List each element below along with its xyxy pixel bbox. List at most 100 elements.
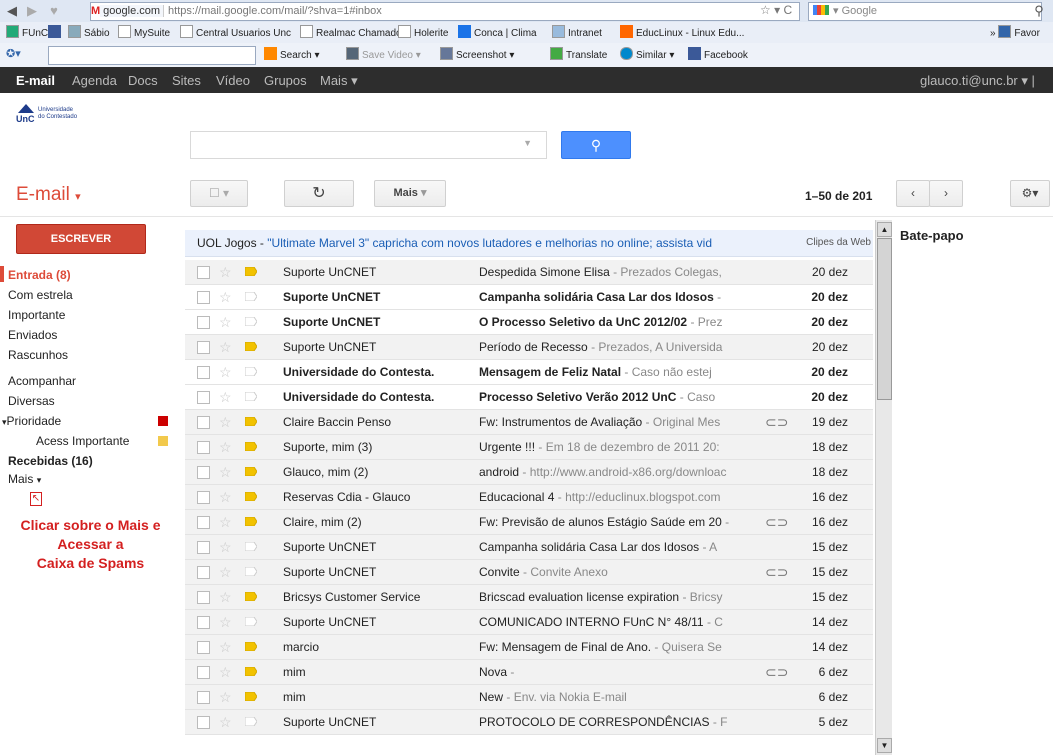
settings-button[interactable]: ⚙▾ bbox=[1010, 180, 1050, 207]
importance-marker-icon[interactable] bbox=[245, 642, 257, 651]
star-icon[interactable]: ☆ bbox=[219, 610, 232, 634]
email-row[interactable]: ☆ marcio Fw: Mensagem de Final de Ano. - Q… bbox=[185, 635, 873, 660]
gbar-account[interactable]: glauco.ti@unc.br ▾ | bbox=[920, 73, 1035, 89]
star-icon[interactable]: ☆ bbox=[219, 710, 232, 734]
gbar-docs[interactable]: Docs bbox=[128, 73, 158, 88]
address-field[interactable]: Mgoogle.com https://mail.google.com/mail/… bbox=[90, 2, 800, 21]
star-icon[interactable]: ☆ bbox=[219, 435, 232, 459]
bookmark-central[interactable]: Central Usuarios Unc bbox=[180, 25, 291, 41]
row-checkbox[interactable] bbox=[197, 366, 210, 379]
bookmark-func[interactable]: FUnC bbox=[6, 25, 48, 41]
star-icon[interactable]: ☆ bbox=[219, 660, 232, 684]
forward-icon[interactable]: ▶ bbox=[24, 3, 40, 19]
row-checkbox[interactable] bbox=[197, 316, 210, 329]
importance-marker-icon[interactable] bbox=[245, 492, 257, 501]
star-icon[interactable]: ☆ bbox=[219, 535, 232, 559]
importance-marker-icon[interactable] bbox=[245, 617, 257, 626]
importance-marker-icon[interactable] bbox=[245, 292, 257, 301]
sidebar-item-sent[interactable]: Enviados bbox=[8, 328, 57, 342]
star-icon[interactable]: ☆ bbox=[219, 635, 232, 659]
row-checkbox[interactable] bbox=[197, 391, 210, 404]
email-row[interactable]: ☆ Claire Baccin Penso Fw: Instrumentos de … bbox=[185, 410, 873, 435]
row-checkbox[interactable] bbox=[197, 416, 210, 429]
row-checkbox[interactable] bbox=[197, 341, 210, 354]
bookmark-sabio[interactable]: Sábio bbox=[68, 25, 110, 41]
toolbar-search-button[interactable]: Search ▾ bbox=[264, 47, 320, 64]
mail-search-input[interactable]: ▼ bbox=[190, 131, 547, 159]
star-icon[interactable]: ☆ bbox=[219, 410, 232, 434]
email-row[interactable]: ☆ Suporte UnCNET Campanha solidária Casa L… bbox=[185, 285, 873, 310]
row-checkbox[interactable] bbox=[197, 716, 210, 729]
star-icon[interactable]: ☆ bbox=[219, 310, 232, 334]
toolbar-translate[interactable]: Translate bbox=[550, 47, 607, 64]
browser-search-field[interactable]: ▾ Google bbox=[808, 2, 1042, 21]
email-row[interactable]: ☆ Universidade do Contesta. Mensagem de Fe… bbox=[185, 360, 873, 385]
email-row[interactable]: ☆ Glauco, mim (2) android - http://www.and… bbox=[185, 460, 873, 485]
importance-marker-icon[interactable] bbox=[245, 717, 257, 726]
bookmark-favor[interactable]: » Favor bbox=[990, 25, 1040, 41]
row-checkbox[interactable] bbox=[197, 691, 210, 704]
row-checkbox[interactable] bbox=[197, 516, 210, 529]
email-row[interactable]: ☆ Suporte UnCNET Convite - Convite Anexo ⊂⊃… bbox=[185, 560, 873, 585]
toolbar-similar[interactable]: Similar ▾ bbox=[620, 47, 674, 64]
star-icon[interactable]: ☆ bbox=[219, 285, 232, 309]
label-color-swatch[interactable] bbox=[158, 416, 168, 426]
star-icon[interactable]: ☆ bbox=[219, 485, 232, 509]
row-checkbox[interactable] bbox=[197, 441, 210, 454]
clips-label[interactable]: Clipes da Web bbox=[803, 230, 871, 256]
unc-logo[interactable]: UnC Universidade do Contestado bbox=[16, 104, 108, 126]
back-icon[interactable]: ◀ bbox=[4, 3, 20, 19]
email-row[interactable]: ☆ mim Nova - ⊂⊃ 6 dez bbox=[185, 660, 873, 685]
sidebar-item-diversas[interactable]: Diversas bbox=[8, 394, 55, 408]
gbar-agenda[interactable]: Agenda bbox=[72, 73, 117, 88]
search-options-icon[interactable]: ▼ bbox=[523, 138, 532, 148]
bookmark-intranet[interactable]: Intranet bbox=[552, 25, 602, 41]
email-row[interactable]: ☆ Suporte, mim (3) Urgente !!! - Em 18 de … bbox=[185, 435, 873, 460]
star-icon[interactable]: ☆ bbox=[219, 385, 232, 409]
reload-icon[interactable]: ☆ ▾ C bbox=[760, 3, 792, 17]
email-row[interactable]: ☆ Suporte UnCNET COMUNICADO INTERNO FUnC N… bbox=[185, 610, 873, 635]
bookmark-educlinux[interactable]: EducLinux - Linux Edu... bbox=[620, 25, 744, 41]
email-row[interactable]: ☆ Suporte UnCNET Despedida Simone Elisa - … bbox=[185, 260, 873, 285]
toolbar-save-video[interactable]: Save Video ▾ bbox=[346, 47, 421, 64]
scroll-up-icon[interactable]: ▲ bbox=[877, 222, 892, 237]
facebook-bookmark-icon[interactable] bbox=[48, 25, 64, 41]
scroll-down-icon[interactable]: ▼ bbox=[877, 738, 892, 753]
scroll-thumb[interactable] bbox=[877, 238, 892, 400]
email-row[interactable]: ☆ Bricsys Customer Service Bricscad evalua… bbox=[185, 585, 873, 610]
star-icon[interactable]: ☆ bbox=[219, 460, 232, 484]
email-row[interactable]: ☆ mim New - Env. via Nokia E-mail 6 dez bbox=[185, 685, 873, 710]
sidebar-item-drafts[interactable]: Rascunhos bbox=[8, 348, 68, 362]
email-row[interactable]: ☆ Suporte UnCNET Período de Recesso - Prez… bbox=[185, 335, 873, 360]
row-checkbox[interactable] bbox=[197, 666, 210, 679]
row-checkbox[interactable] bbox=[197, 616, 210, 629]
gbar-sites[interactable]: Sites bbox=[172, 73, 201, 88]
importance-marker-icon[interactable] bbox=[245, 367, 257, 376]
row-checkbox[interactable] bbox=[197, 466, 210, 479]
search-button[interactable]: ⚲ bbox=[561, 131, 631, 159]
email-row[interactable]: ☆ Suporte UnCNET Campanha solidária Casa L… bbox=[185, 535, 873, 560]
sidebar-item-recebidas[interactable]: Recebidas (16) bbox=[8, 454, 93, 468]
importance-marker-icon[interactable] bbox=[245, 392, 257, 401]
email-row[interactable]: ☆ Universidade do Contesta. Processo Selet… bbox=[185, 385, 873, 410]
toolbar-search-input[interactable] bbox=[48, 46, 256, 65]
importance-marker-icon[interactable] bbox=[245, 442, 257, 451]
email-row[interactable]: ☆ Suporte UnCNET PROTOCOLO DE CORRESPONDÊN… bbox=[185, 710, 873, 735]
star-icon[interactable]: ☆ bbox=[219, 335, 232, 359]
importance-marker-icon[interactable] bbox=[245, 317, 257, 326]
importance-marker-icon[interactable] bbox=[245, 542, 257, 551]
sidebar-item-starred[interactable]: Com estrela bbox=[8, 288, 73, 302]
importance-marker-icon[interactable] bbox=[245, 592, 257, 601]
bookmark-icon[interactable]: ♥ bbox=[46, 3, 62, 19]
sidebar-item-acess-importante[interactable]: Acess Importante bbox=[36, 434, 129, 448]
sidebar-item-more[interactable]: Mais ▾ bbox=[8, 472, 41, 486]
prev-page-button[interactable]: ‹ bbox=[896, 180, 930, 207]
star-icon[interactable]: ☆ bbox=[219, 260, 232, 284]
row-checkbox[interactable] bbox=[197, 266, 210, 279]
importance-marker-icon[interactable] bbox=[245, 667, 257, 676]
importance-marker-icon[interactable] bbox=[245, 467, 257, 476]
more-button[interactable]: Mais ▾ bbox=[374, 180, 446, 207]
email-row[interactable]: ☆ Claire, mim (2) Fw: Previsão de alunos E… bbox=[185, 510, 873, 535]
gbar-email[interactable]: E-mail bbox=[16, 73, 55, 88]
importance-marker-icon[interactable] bbox=[245, 417, 257, 426]
